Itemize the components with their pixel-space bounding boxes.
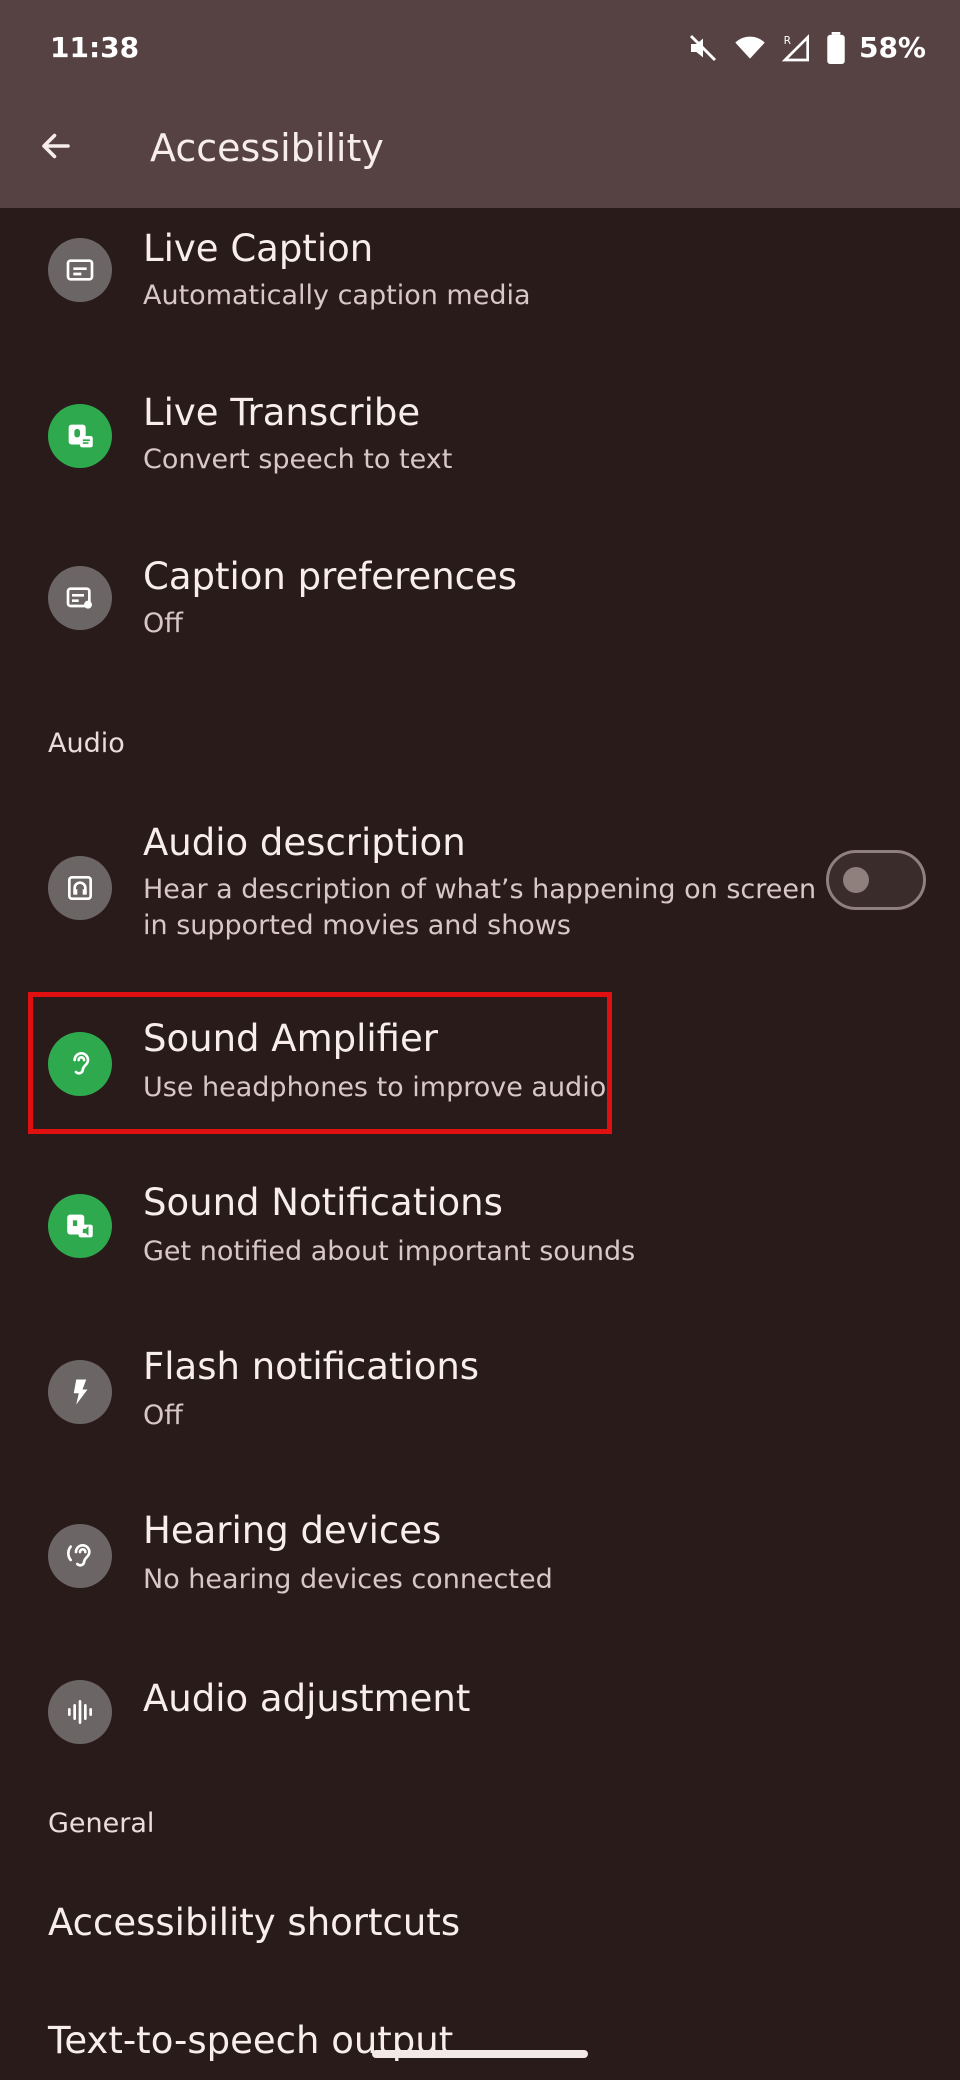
list-item-flash-notifications[interactable]: Flash notifications Off	[0, 1328, 960, 1454]
top-app-bar: 11:38 R 58% Accessibility	[0, 0, 960, 208]
arrow-back-icon	[38, 128, 74, 168]
item-title: Live Transcribe	[143, 391, 421, 434]
hearing-icon	[48, 1524, 112, 1588]
list-item-live-transcribe[interactable]: Live Transcribe Convert speech to text	[0, 374, 960, 490]
waveform-icon	[48, 1680, 112, 1744]
battery-percent: 58%	[858, 31, 926, 64]
list-item-audio-adjustment[interactable]: Audio adjustment	[0, 1656, 960, 1766]
item-title: Flash notifications	[143, 1345, 480, 1388]
section-header-general: General	[48, 1808, 155, 1839]
item-title: Hearing devices	[143, 1509, 442, 1552]
item-subtitle-line1: Hear a description of what’s happening o…	[143, 874, 817, 905]
list-item-audio-description[interactable]: Audio description Hear a description of …	[0, 806, 960, 956]
sound-notifications-icon	[48, 1194, 112, 1258]
item-title: Audio adjustment	[143, 1677, 471, 1720]
wifi-icon	[733, 32, 767, 64]
item-title: Sound Notifications	[143, 1181, 503, 1224]
item-subtitle: No hearing devices connected	[143, 1564, 553, 1595]
audio-description-icon	[48, 856, 112, 920]
status-time: 11:38	[50, 31, 140, 64]
list-item-text-to-speech[interactable]: Text-to-speech output	[0, 2000, 960, 2080]
signal-icon: R	[781, 32, 813, 64]
item-title: Sound Amplifier	[143, 1017, 438, 1060]
item-title: Audio description	[143, 821, 466, 864]
screen: 11:38 R 58% Accessibility Live Caption A…	[0, 0, 960, 2080]
item-subtitle: Use headphones to improve audio	[143, 1072, 607, 1103]
svg-text:R: R	[784, 34, 792, 47]
item-subtitle-line2: in supported movies and shows	[143, 910, 571, 941]
list-item-accessibility-shortcuts[interactable]: Accessibility shortcuts	[0, 1880, 960, 1970]
item-title: Caption preferences	[143, 555, 518, 598]
list-item-live-caption[interactable]: Live Caption Automatically caption media	[0, 210, 960, 326]
flash-icon	[48, 1360, 112, 1424]
item-subtitle: Convert speech to text	[143, 444, 453, 475]
item-title: Live Caption	[143, 227, 374, 270]
caption-icon	[48, 238, 112, 302]
live-transcribe-icon	[48, 404, 112, 468]
list-item-sound-amplifier[interactable]: Sound Amplifier Use headphones to improv…	[0, 1000, 960, 1126]
audio-description-toggle[interactable]	[826, 850, 926, 910]
page-title: Accessibility	[150, 126, 384, 170]
mute-icon	[687, 32, 719, 64]
item-subtitle: Off	[143, 608, 183, 639]
item-subtitle: Automatically caption media	[143, 280, 531, 311]
list-item-hearing-devices[interactable]: Hearing devices No hearing devices conne…	[0, 1492, 960, 1618]
list-item-sound-notifications[interactable]: Sound Notifications Get notified about i…	[0, 1164, 960, 1290]
list-item-caption-preferences[interactable]: Caption preferences Off	[0, 538, 960, 654]
status-icons: R 58%	[687, 28, 926, 68]
back-button[interactable]	[24, 116, 88, 180]
item-title: Accessibility shortcuts	[48, 1901, 461, 1944]
section-header-audio: Audio	[48, 728, 125, 759]
item-subtitle: Get notified about important sounds	[143, 1236, 636, 1267]
battery-icon	[827, 32, 845, 64]
ear-icon	[48, 1032, 112, 1096]
toggle-knob	[843, 867, 869, 893]
item-subtitle: Off	[143, 1400, 183, 1431]
home-indicator[interactable]	[372, 2050, 588, 2058]
caption-settings-icon	[48, 566, 112, 630]
